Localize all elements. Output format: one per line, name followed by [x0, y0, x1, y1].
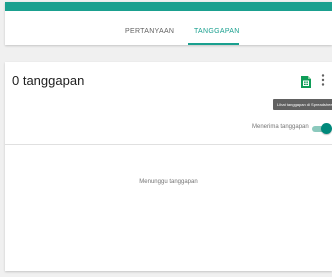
response-count-heading: 0 tanggapan — [12, 73, 85, 88]
more-vert-graphic — [321, 74, 325, 86]
section-divider — [5, 144, 332, 145]
active-tab-indicator — [188, 43, 239, 45]
header-accent-bar — [5, 2, 332, 11]
google-sheets-icon[interactable] — [301, 75, 311, 88]
tab-questions[interactable]: PERTANYAAN — [125, 28, 174, 35]
toggle-thumb — [321, 123, 332, 134]
sheets-tooltip: Lihat tanggapan di Spreadsheet — [273, 99, 332, 110]
waiting-for-responses-text: Menunggu tanggapan — [139, 179, 198, 185]
accepting-responses-toggle[interactable] — [312, 123, 332, 134]
more-vert-icon[interactable] — [320, 73, 326, 87]
tab-responses[interactable]: TANGGAPAN — [194, 28, 240, 35]
sheets-icon-graphic — [301, 76, 311, 88]
accepting-responses-label: Menerima tanggapan — [252, 124, 309, 130]
responses-card: 0 tanggapan Lihat tanggapan di Spreadshe… — [5, 62, 332, 271]
form-header-card: PERTANYAAN TANGGAPAN — [5, 2, 332, 45]
